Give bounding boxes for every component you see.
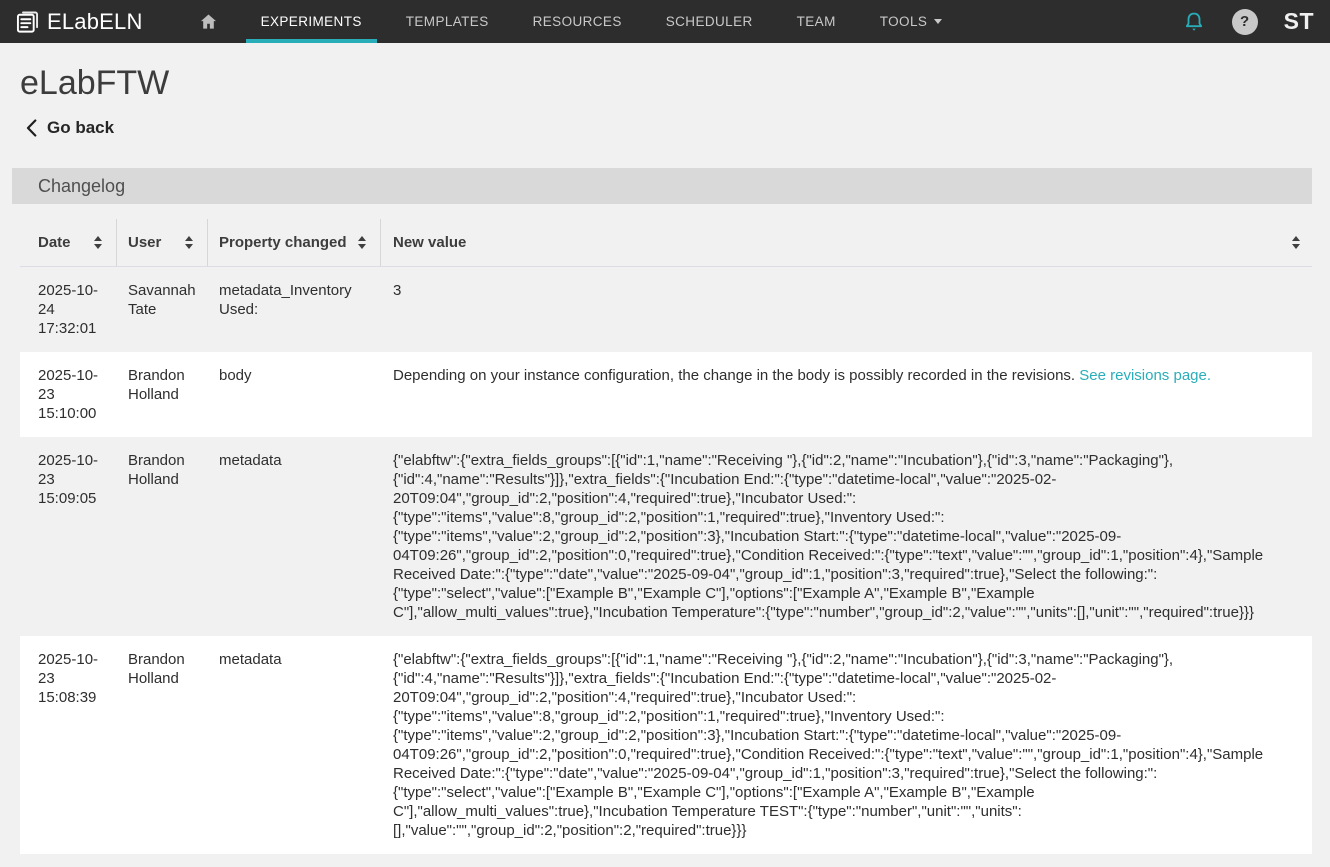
cell-new-value: {"elabftw":{"extra_fields_groups":[{"id"… [381,636,1312,854]
sort-icon[interactable] [185,236,193,249]
bell-icon [1182,10,1206,34]
chevron-down-icon [934,19,942,24]
cell-user: Brandon Holland [117,636,208,854]
nav-item-experiments[interactable]: EXPERIMENTS [246,0,377,43]
user-menu-initials[interactable]: ST [1284,8,1314,35]
cell-property: metadata [208,636,381,854]
nav-item-templates[interactable]: TEMPLATES [391,0,504,43]
topbar: ELabELN EXPERIMENTS TEMPLATES RESOURCES … [0,0,1330,43]
body-change-note: Depending on your instance configuration… [393,367,1075,384]
app-logo[interactable]: ELabELN [14,0,143,43]
table-row: 2025-10-23 15:08:39 Brandon Holland meta… [20,636,1312,854]
cell-new-value: Depending on your instance configuration… [381,352,1312,437]
cell-user: Brandon Holland [117,437,208,636]
page-title: eLabFTW [20,61,1312,105]
nav-item-resources[interactable]: RESOURCES [518,0,637,43]
column-header-date[interactable]: Date [20,219,117,266]
nav-item-scheduler[interactable]: SCHEDULER [651,0,768,43]
cell-date: 2025-10-23 15:09:05 [20,437,117,636]
cell-date: 2025-10-23 15:10:00 [20,352,117,437]
changelog-section-header: Changelog [12,168,1312,204]
go-back-label: Go back [47,118,114,138]
notifications-button[interactable] [1182,10,1206,34]
table-body: 2025-10-24 17:32:01 Savannah Tate metada… [20,267,1312,854]
main-nav: EXPERIMENTS TEMPLATES RESOURCES SCHEDULE… [187,0,972,43]
changelog-table: Date User Property changed New value 202… [20,219,1312,854]
table-row: 2025-10-23 15:09:05 Brandon Holland meta… [20,437,1312,636]
cell-date: 2025-10-24 17:32:01 [20,267,117,352]
see-revisions-link[interactable]: See revisions page. [1079,367,1211,384]
cell-new-value: 3 [381,267,1312,352]
app-logo-text: ELabELN [47,9,143,35]
column-header-user[interactable]: User [117,219,208,266]
column-header-property[interactable]: Property changed [208,219,381,266]
go-back-link[interactable]: Go back [26,118,114,138]
cell-property: metadata_Inventory Used: [208,267,381,352]
notebook-logo-icon [14,8,41,35]
home-nav-link[interactable] [187,0,230,43]
cell-user: Brandon Holland [117,352,208,437]
chevron-left-icon [26,119,37,137]
cell-user: Savannah Tate [117,267,208,352]
column-header-new-value[interactable]: New value [381,219,1312,266]
sort-icon[interactable] [358,236,366,249]
help-button[interactable]: ? [1232,9,1258,35]
sort-icon[interactable] [1292,236,1300,249]
cell-property: metadata [208,437,381,636]
main-content: eLabFTW Go back Changelog Date User Prop… [12,61,1312,854]
nav-item-tools[interactable]: TOOLS [865,0,958,43]
cell-date: 2025-10-23 15:08:39 [20,636,117,854]
sort-icon[interactable] [94,236,102,249]
home-icon [199,12,218,31]
help-icon: ? [1232,9,1258,35]
cell-property: body [208,352,381,437]
changelog-section-title: Changelog [38,176,125,197]
nav-item-team[interactable]: TEAM [782,0,851,43]
cell-new-value: {"elabftw":{"extra_fields_groups":[{"id"… [381,437,1312,636]
nav-item-tools-label: TOOLS [880,14,928,29]
topbar-right: ? ST [1182,0,1314,43]
table-header-row: Date User Property changed New value [20,219,1312,267]
table-row: 2025-10-24 17:32:01 Savannah Tate metada… [20,267,1312,352]
table-row: 2025-10-23 15:10:00 Brandon Holland body… [20,352,1312,437]
